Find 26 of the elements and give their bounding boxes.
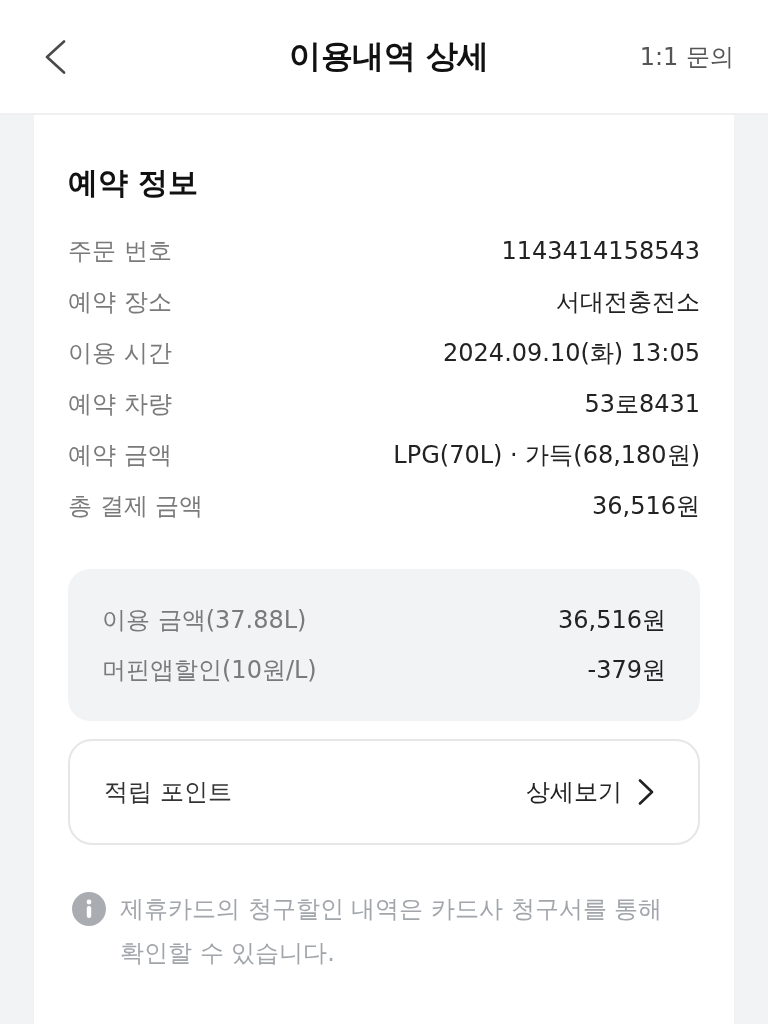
back-button[interactable]	[44, 39, 66, 74]
info-value: 2024.09.10(화) 13:05	[443, 337, 700, 369]
info-value: 53로8431	[584, 388, 700, 420]
info-label: 예약 금액	[68, 439, 172, 471]
page-title: 이용내역 상세	[289, 35, 489, 77]
back-chevron-icon	[44, 39, 66, 74]
summary-value: 36,516원	[558, 605, 666, 636]
summary-value: -379원	[587, 655, 666, 686]
info-label: 이용 시간	[68, 337, 172, 369]
summary-label: 이용 금액(37.88L)	[102, 605, 307, 636]
detail-link[interactable]: 상세보기	[526, 776, 654, 808]
info-label: 예약 장소	[68, 286, 172, 318]
info-value: LPG(70L) · 가득(68,180원)	[393, 439, 700, 471]
summary-label: 머핀앱할인(10원/L)	[102, 655, 317, 686]
info-value: 36,516원	[592, 490, 700, 522]
section-title: 예약 정보	[68, 164, 199, 202]
inquiry-link[interactable]: 1:1 문의	[639, 40, 734, 73]
info-value: 서대전충전소	[556, 286, 700, 318]
info-icon	[72, 892, 106, 926]
info-label: 총 결제 금액	[68, 490, 204, 522]
points-label: 적립 포인트	[104, 777, 232, 808]
info-label: 예약 차량	[68, 388, 172, 420]
chevron-right-icon	[638, 779, 654, 805]
info-value: 1143414158543	[501, 236, 700, 265]
notice-text: 제휴카드의 청구할인 내역은 카드사 청구서를 통해 확인할 수 있습니다.	[120, 894, 664, 969]
info-label: 주문 번호	[68, 235, 172, 267]
